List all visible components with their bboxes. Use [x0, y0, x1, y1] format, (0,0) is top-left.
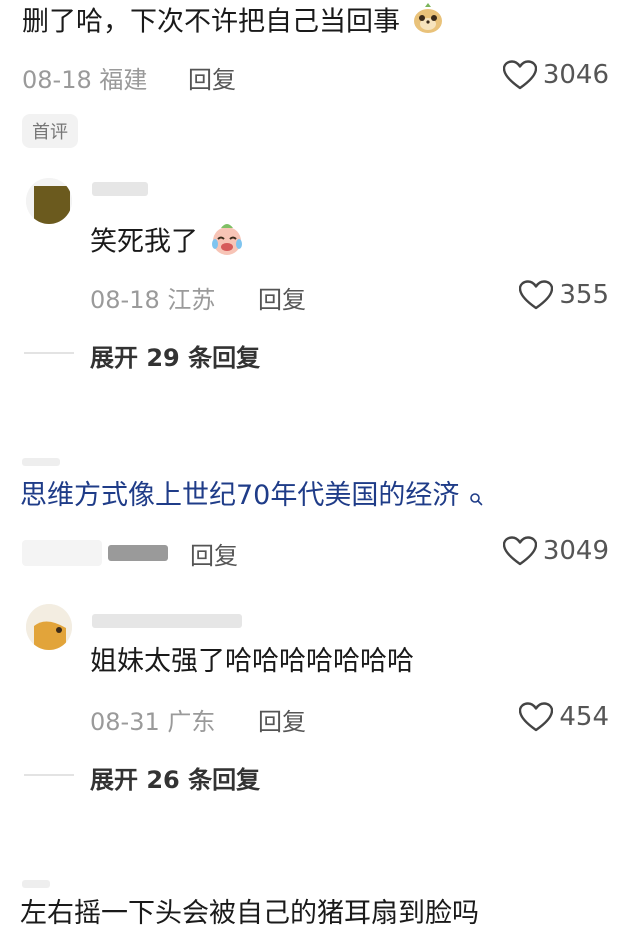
expand-replies-button[interactable]: 展开 29 条回复: [90, 338, 260, 373]
reply-button[interactable]: 回复: [190, 536, 238, 571]
comment-body[interactable]: 思维方式像上世纪70年代美国的经济: [20, 480, 459, 511]
username-blurred[interactable]: [92, 614, 242, 628]
like-count: 454: [559, 702, 609, 732]
comment-body: 删了哈，下次不许把自己当回事: [22, 6, 400, 38]
comment-text: 左右摇一下头会被自己的猪耳扇到脸吗: [20, 898, 479, 929]
reply-button[interactable]: 回复: [258, 280, 306, 315]
expand-replies-button[interactable]: 展开 26 条回复: [90, 760, 260, 795]
avatar[interactable]: [26, 604, 72, 650]
search-icon[interactable]: [469, 482, 483, 514]
heart-icon: [502, 536, 537, 566]
heart-icon: [519, 702, 554, 732]
expand-divider: [24, 352, 74, 354]
like-count: 3046: [542, 60, 609, 90]
reply-button[interactable]: 回复: [188, 60, 236, 95]
like-count: 355: [559, 280, 609, 310]
comment-text: 删了哈，下次不许把自己当回事: [22, 2, 445, 44]
comment-meta: 08-31 广东: [90, 708, 216, 736]
like-button[interactable]: 454: [519, 702, 609, 732]
comment-text: 思维方式像上世纪70年代美国的经济: [20, 480, 483, 514]
username-blurred[interactable]: [22, 458, 60, 466]
reply-button[interactable]: 回复: [258, 702, 306, 737]
meta-blurred: [108, 545, 168, 561]
comment-body: 笑死我了: [90, 226, 198, 258]
username-blurred[interactable]: [22, 880, 50, 888]
meta-blurred: [22, 540, 102, 566]
avatar[interactable]: [26, 178, 72, 224]
like-count: 3049: [542, 536, 609, 566]
heart-icon: [519, 280, 554, 310]
heart-icon: [502, 60, 537, 90]
username-blurred[interactable]: [92, 182, 148, 196]
like-button[interactable]: 355: [519, 280, 609, 310]
crying-laughing-emoji-icon: [209, 222, 245, 264]
comment-meta: 08-18 福建: [22, 66, 148, 94]
expand-divider: [24, 774, 74, 776]
meerkat-emoji-icon: [411, 2, 445, 44]
first-comment-badge: 首评: [22, 114, 78, 148]
like-button[interactable]: 3049: [502, 536, 609, 566]
comment-meta: 08-18 江苏: [90, 286, 216, 314]
comment-thread: 删了哈，下次不许把自己当回事 08-18 福建 回复 3046 首评 笑死我了: [0, 0, 617, 945]
comment-text: 姐妹太强了哈哈哈哈哈哈哈: [90, 646, 414, 677]
comment-text: 笑死我了: [90, 222, 245, 264]
like-button[interactable]: 3046: [502, 60, 609, 90]
